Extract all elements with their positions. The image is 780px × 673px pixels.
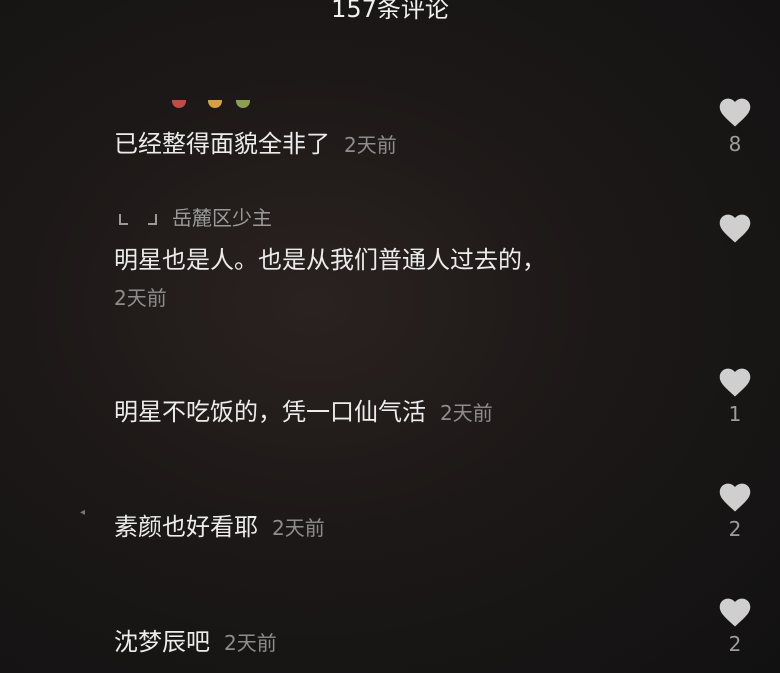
comment-text: 沈梦辰吧 xyxy=(114,628,210,656)
comment-time: 2天前 xyxy=(344,133,397,157)
like-count: 8 xyxy=(728,132,742,156)
comment-text-row: 素颜也好看耶 2天前 xyxy=(114,507,325,542)
like-count: 1 xyxy=(728,402,742,426)
like-count: 2 xyxy=(728,517,742,541)
like-button[interactable]: 2 xyxy=(712,596,758,656)
heart-icon xyxy=(719,598,751,627)
comment-text: 明星不吃饭的，凭一口仙气活 xyxy=(114,398,426,426)
heart-icon xyxy=(719,214,751,243)
comment-text: 已经整得面貌全非了 xyxy=(114,130,330,158)
comment-text-row: 明星不吃饭的，凭一口仙气活 2天前 xyxy=(114,392,493,427)
like-button[interactable]: 2 xyxy=(712,481,758,541)
reply-to-username[interactable]: 岳麓区少主 xyxy=(172,206,272,230)
heart-icon xyxy=(719,483,751,512)
like-button[interactable] xyxy=(712,212,758,248)
comment-time: 2天前 xyxy=(272,516,325,540)
reply-to-row: 岳麓区少主 xyxy=(118,202,272,231)
heart-icon xyxy=(719,368,751,397)
heart-icon xyxy=(719,98,751,127)
comment-text: 素颜也好看耶 xyxy=(114,513,258,541)
comment-text-row: 已经整得面貌全非了 2天前 xyxy=(114,124,397,159)
like-button[interactable]: 8 xyxy=(712,96,758,156)
comment-time: 2天前 xyxy=(224,631,277,655)
comment-time: 2天前 xyxy=(114,286,167,310)
comment-text: 明星也是人。也是从我们普通人过去的， xyxy=(114,246,546,274)
emoji-remnant xyxy=(116,100,256,108)
comments-count-title: 157条评论 xyxy=(331,0,449,23)
like-count: 2 xyxy=(728,632,742,656)
comment-text-row: 沈梦辰吧 2天前 xyxy=(114,622,277,657)
reply-arrow-icon xyxy=(119,213,157,225)
collapse-marker-icon: ◂ xyxy=(80,507,86,518)
comment-time: 2天前 xyxy=(440,401,493,425)
like-button[interactable]: 1 xyxy=(712,366,758,426)
